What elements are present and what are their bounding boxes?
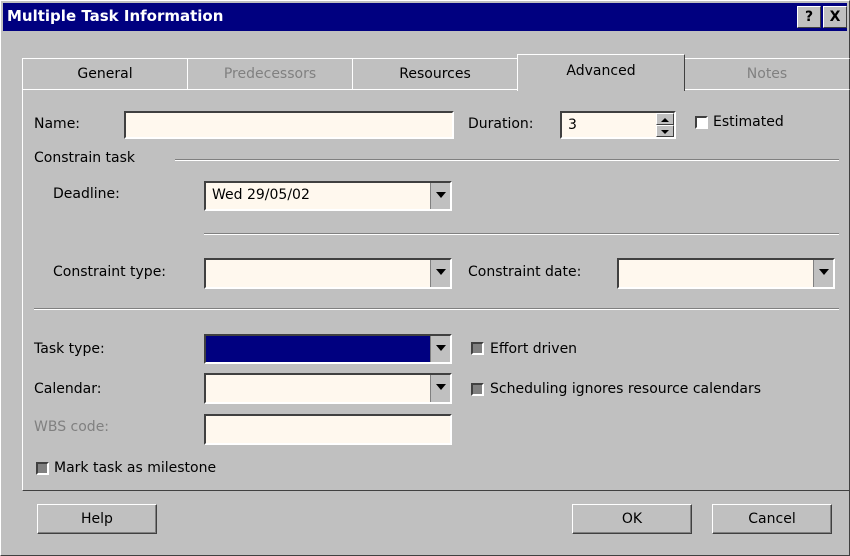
tab-notes: Notes xyxy=(684,58,850,89)
title-bar[interactable]: Multiple Task Information ? X xyxy=(3,3,847,31)
wbs-code-field xyxy=(204,414,452,445)
wbs-code-label: WBS code: xyxy=(34,419,110,435)
calendar-combo[interactable] xyxy=(204,373,452,404)
close-icon[interactable]: X xyxy=(823,6,847,28)
calendar-label: Calendar: xyxy=(34,381,102,397)
effort-driven-checkbox[interactable] xyxy=(471,342,484,355)
duration-value: 3 xyxy=(568,117,577,133)
divider xyxy=(204,233,839,235)
tab-advanced[interactable]: Advanced xyxy=(517,54,685,91)
help-button[interactable]: Help xyxy=(37,504,157,534)
tab-general[interactable]: General xyxy=(22,58,188,89)
chevron-down-icon[interactable] xyxy=(430,183,450,209)
name-label: Name: xyxy=(34,116,81,132)
constrain-task-group-label: Constrain task xyxy=(34,150,136,166)
scheduling-ignores-label: Scheduling ignores resource calendars xyxy=(490,381,762,397)
scheduling-ignores-checkbox[interactable] xyxy=(471,383,484,396)
deadline-label: Deadline: xyxy=(53,186,120,202)
chevron-down-icon[interactable] xyxy=(430,375,450,402)
group-divider xyxy=(175,159,839,161)
constraint-type-label: Constraint type: xyxy=(53,264,167,280)
spin-down-icon[interactable] xyxy=(656,125,674,137)
deadline-value: Wed 29/05/02 xyxy=(212,187,310,203)
constraint-date-combo[interactable] xyxy=(617,258,835,289)
constraint-date-label: Constraint date: xyxy=(468,264,582,280)
duration-spin[interactable] xyxy=(656,113,674,137)
divider xyxy=(34,308,839,310)
estimated-label: Estimated xyxy=(713,114,784,130)
tab-resources[interactable]: Resources xyxy=(352,58,518,89)
multiple-task-information-dialog: Multiple Task Information ? X General Pr… xyxy=(0,0,850,556)
task-type-combo[interactable] xyxy=(204,334,452,364)
estimated-checkbox[interactable] xyxy=(695,116,708,129)
name-field[interactable] xyxy=(124,111,454,139)
window-title: Multiple Task Information xyxy=(7,7,224,25)
milestone-label: Mark task as milestone xyxy=(54,460,217,476)
help-icon[interactable]: ? xyxy=(797,6,821,28)
milestone-checkbox[interactable] xyxy=(36,462,49,475)
deadline-combo[interactable]: Wed 29/05/02 xyxy=(204,181,452,211)
task-type-label: Task type: xyxy=(34,341,105,357)
duration-stepper[interactable]: 3 xyxy=(560,111,676,139)
tab-predecessors: Predecessors xyxy=(187,58,353,89)
spin-up-icon[interactable] xyxy=(656,113,674,125)
cancel-button[interactable]: Cancel xyxy=(712,504,832,534)
constraint-type-combo[interactable] xyxy=(204,258,452,289)
chevron-down-icon[interactable] xyxy=(813,260,833,287)
effort-driven-label: Effort driven xyxy=(490,341,578,357)
duration-label: Duration: xyxy=(468,116,534,132)
chevron-down-icon[interactable] xyxy=(430,260,450,287)
chevron-down-icon[interactable] xyxy=(430,336,450,362)
ok-button[interactable]: OK xyxy=(572,504,692,534)
